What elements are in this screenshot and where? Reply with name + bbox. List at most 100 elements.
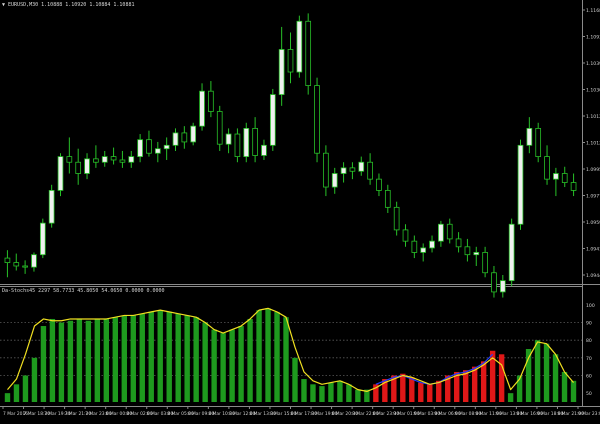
histogram-bar [436,380,442,402]
histogram-bar [175,313,181,402]
histogram-bar [13,384,20,402]
histogram-bar [148,311,154,402]
candle-body [146,139,152,154]
indicator-axis[interactable]: 100 90 80 70 60 50 [586,303,595,397]
candle-body [455,238,462,248]
histogram-bar [229,329,235,402]
histogram-bar [112,317,118,402]
candle-body [181,132,188,143]
candle-body [4,257,11,263]
histogram-bar [561,371,568,402]
candle-body [13,262,20,267]
histogram-bar [85,320,92,402]
candle-body [101,156,108,163]
candle-body [172,132,179,146]
histogram-bar [463,370,469,402]
histogram-bar [283,317,289,402]
histogram-bar [265,308,271,402]
candle-body [199,90,205,127]
indicator-readout: Da-Stochs45 2297 58.7733 45.8050 54.0650… [2,288,165,294]
candle-body [535,128,542,157]
histogram-bar [76,318,83,402]
indicator-header: Da-Stochs45 2297 58.7733 45.8050 54.0650… [2,288,165,294]
candle-body [66,156,73,163]
chart-canvas[interactable]: 1.11680 1.10935 1.10390 1.10300 1.10125 1.101… [0,0,600,420]
histogram-bar [355,389,361,402]
histogram-bar [480,361,487,402]
price-axis-label: 1.10390 [586,61,600,67]
price-axis-label: 1.09770 [586,194,600,200]
histogram-bar [471,366,478,402]
candle-body [464,246,471,256]
histogram-bar [220,333,226,402]
candle-body [216,111,223,145]
histogram-bar [139,313,145,402]
candle-body [491,272,497,293]
candle-body [482,252,488,274]
price-axis-label: 1.10300 [586,88,600,94]
candle-body [526,128,533,146]
candle-body [128,156,135,163]
candle-body [323,152,329,188]
histogram-bar [337,380,343,402]
candle-body [234,133,241,157]
histogram-bar [498,354,505,402]
candle-body [570,182,577,191]
main-chart-header: ▼ EURUSD,M30 1.10888 1.10920 1.10884 1.1… [2,2,134,8]
candle-body [190,125,197,143]
price-axis-label: 1.09445 [586,273,600,279]
candle-body [446,223,453,240]
candle-body [269,94,276,146]
histogram-bar [570,380,577,402]
price-axis[interactable]: 1.11680 1.10935 1.10390 1.10300 1.10125 1.101… [582,8,600,279]
candle-body [57,156,64,191]
candle-body [393,206,400,231]
signal-line-series [7,307,574,392]
candle-body [358,161,365,172]
histogram-bar [418,382,424,402]
indicator-axis-label: 50 [586,391,592,397]
ohlc-readout: 1.10888 1.10920 1.10884 1.10881 [41,2,135,8]
histogram-bar [319,386,325,402]
candle-body [75,161,82,174]
candle-body [243,128,250,157]
time-axis-label: 9 Mar 23:00 [578,411,600,417]
candle-body [305,20,312,86]
candle-body [252,128,258,156]
candle-body [261,144,267,156]
candle-body [287,49,294,73]
candle-body [402,229,409,242]
candle-body [553,173,559,180]
candle-body [84,158,90,174]
histogram-bar [58,322,65,402]
chart-menu-arrow-icon[interactable]: ▼ [2,2,5,8]
candle-body [561,173,568,183]
candle-body [31,254,37,268]
histogram-bar [238,326,244,402]
histogram-bar [534,340,541,402]
histogram-bar [202,322,208,402]
candle-body [499,280,506,293]
histogram-bar [310,384,316,402]
candle-body [331,173,338,188]
candle-body [384,190,391,208]
price-axis-label: 1.10125 [586,114,600,120]
histogram-bar [328,382,334,402]
candle-body [154,148,161,154]
histogram-bar [507,393,514,402]
histogram-bar [409,377,415,402]
price-axis-label: 1.10125 [586,141,600,147]
time-axis[interactable]: 7 Mar 20167 Mar 18:307 Mar 19:307 Mar 21… [2,406,600,417]
candle-body [296,20,303,73]
candle-body [225,133,232,145]
candle-body [163,144,170,150]
indicator-lines [7,307,574,392]
histogram-bar [157,310,163,402]
indicator-axis-label: 80 [586,338,592,344]
candle-body [367,161,373,180]
chart-window[interactable]: 1.11680 1.10935 1.10390 1.10300 1.10125 1.101… [0,0,600,420]
histogram-bar [184,315,190,402]
histogram-bar [94,318,101,402]
symbol-label: EURUSD,M30 [8,2,39,8]
indicator-axis-label: 100 [586,303,595,309]
